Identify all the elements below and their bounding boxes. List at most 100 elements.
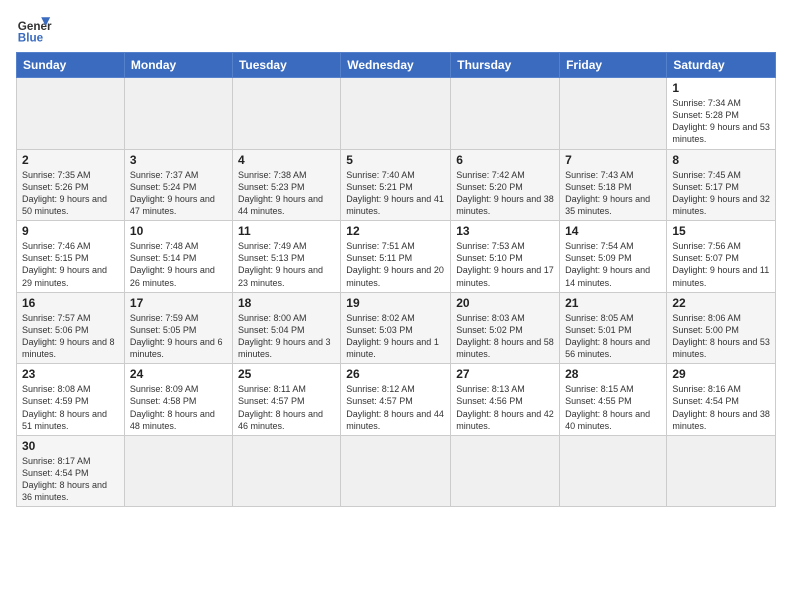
day-number: 12 bbox=[346, 224, 445, 238]
calendar-cell: 5 Sunrise: 7:40 AM Sunset: 5:21 PM Daylig… bbox=[341, 149, 451, 221]
logo: General Blue bbox=[16, 10, 52, 46]
calendar-cell: 28Sunrise: 8:15 AM Sunset: 4:55 PM Dayli… bbox=[560, 364, 667, 436]
calendar-cell: 12 Sunrise: 7:51 AM Sunset: 5:11 PM Dayli… bbox=[341, 221, 451, 293]
calendar-cell: 17Sunrise: 7:59 AM Sunset: 5:05 PM Dayli… bbox=[124, 292, 232, 364]
weekday-header-wednesday: Wednesday bbox=[341, 53, 451, 78]
day-info: Sunrise: 8:13 AM Sunset: 4:56 PM Dayligh… bbox=[456, 383, 554, 432]
day-info: Sunrise: 8:06 AM Sunset: 5:00 PM Dayligh… bbox=[672, 312, 770, 361]
page: General Blue SundayMondayTuesdayWednesda… bbox=[0, 0, 792, 517]
generalblue-logo-icon: General Blue bbox=[16, 10, 52, 46]
calendar-cell bbox=[124, 435, 232, 507]
calendar-cell: 6 Sunrise: 7:42 AM Sunset: 5:20 PM Daylig… bbox=[451, 149, 560, 221]
calendar-cell: 10 Sunrise: 7:48 AM Sunset: 5:14 PM Dayli… bbox=[124, 221, 232, 293]
day-info: Sunrise: 7:48 AM Sunset: 5:14 PM Dayligh… bbox=[130, 240, 227, 289]
calendar-cell: 7 Sunrise: 7:43 AM Sunset: 5:18 PM Daylig… bbox=[560, 149, 667, 221]
day-number: 16 bbox=[22, 296, 119, 310]
day-number: 11 bbox=[238, 224, 335, 238]
calendar-cell: 16 Sunrise: 7:57 AM Sunset: 5:06 PM Dayli… bbox=[17, 292, 125, 364]
day-info: Sunrise: 8:00 AM Sunset: 5:04 PM Dayligh… bbox=[238, 312, 335, 361]
day-number: 23 bbox=[22, 367, 119, 381]
day-info: Sunrise: 7:35 AM Sunset: 5:26 PM Dayligh… bbox=[22, 169, 119, 218]
day-number: 5 bbox=[346, 153, 445, 167]
weekday-header-friday: Friday bbox=[560, 53, 667, 78]
day-number: 18 bbox=[238, 296, 335, 310]
day-number: 14 bbox=[565, 224, 661, 238]
calendar-week-row: 2 Sunrise: 7:35 AM Sunset: 5:26 PM Daylig… bbox=[17, 149, 776, 221]
day-info: Sunrise: 8:09 AM Sunset: 4:58 PM Dayligh… bbox=[130, 383, 227, 432]
day-info: Sunrise: 7:51 AM Sunset: 5:11 PM Dayligh… bbox=[346, 240, 445, 289]
day-number: 7 bbox=[565, 153, 661, 167]
day-number: 2 bbox=[22, 153, 119, 167]
weekday-header-monday: Monday bbox=[124, 53, 232, 78]
calendar-cell: 13 Sunrise: 7:53 AM Sunset: 5:10 PM Dayli… bbox=[451, 221, 560, 293]
day-info: Sunrise: 8:17 AM Sunset: 4:54 PM Dayligh… bbox=[22, 455, 119, 504]
day-number: 25 bbox=[238, 367, 335, 381]
day-number: 9 bbox=[22, 224, 119, 238]
calendar-week-row: 30Sunrise: 8:17 AM Sunset: 4:54 PM Dayli… bbox=[17, 435, 776, 507]
calendar-cell: 25Sunrise: 8:11 AM Sunset: 4:57 PM Dayli… bbox=[232, 364, 340, 436]
calendar-cell bbox=[232, 435, 340, 507]
day-info: Sunrise: 7:57 AM Sunset: 5:06 PM Dayligh… bbox=[22, 312, 119, 361]
calendar-cell: 30Sunrise: 8:17 AM Sunset: 4:54 PM Dayli… bbox=[17, 435, 125, 507]
day-number: 26 bbox=[346, 367, 445, 381]
day-number: 3 bbox=[130, 153, 227, 167]
calendar-cell: 1 Sunrise: 7:34 AM Sunset: 5:28 PM Daylig… bbox=[667, 78, 776, 150]
calendar-cell bbox=[17, 78, 125, 150]
day-info: Sunrise: 7:38 AM Sunset: 5:23 PM Dayligh… bbox=[238, 169, 335, 218]
day-info: Sunrise: 7:34 AM Sunset: 5:28 PM Dayligh… bbox=[672, 97, 770, 146]
day-number: 10 bbox=[130, 224, 227, 238]
day-number: 29 bbox=[672, 367, 770, 381]
day-number: 4 bbox=[238, 153, 335, 167]
weekday-header-thursday: Thursday bbox=[451, 53, 560, 78]
header: General Blue bbox=[16, 10, 776, 46]
calendar-cell bbox=[451, 435, 560, 507]
svg-text:Blue: Blue bbox=[18, 32, 44, 45]
day-info: Sunrise: 7:40 AM Sunset: 5:21 PM Dayligh… bbox=[346, 169, 445, 218]
day-info: Sunrise: 7:37 AM Sunset: 5:24 PM Dayligh… bbox=[130, 169, 227, 218]
calendar-week-row: 16 Sunrise: 7:57 AM Sunset: 5:06 PM Dayli… bbox=[17, 292, 776, 364]
day-number: 20 bbox=[456, 296, 554, 310]
weekday-header-saturday: Saturday bbox=[667, 53, 776, 78]
calendar-cell bbox=[667, 435, 776, 507]
day-info: Sunrise: 7:46 AM Sunset: 5:15 PM Dayligh… bbox=[22, 240, 119, 289]
calendar-cell bbox=[124, 78, 232, 150]
weekday-header-tuesday: Tuesday bbox=[232, 53, 340, 78]
day-number: 19 bbox=[346, 296, 445, 310]
weekday-header-row: SundayMondayTuesdayWednesdayThursdayFrid… bbox=[17, 53, 776, 78]
calendar-table: SundayMondayTuesdayWednesdayThursdayFrid… bbox=[16, 52, 776, 507]
day-number: 24 bbox=[130, 367, 227, 381]
calendar-cell: 2 Sunrise: 7:35 AM Sunset: 5:26 PM Daylig… bbox=[17, 149, 125, 221]
calendar-cell: 4 Sunrise: 7:38 AM Sunset: 5:23 PM Daylig… bbox=[232, 149, 340, 221]
calendar-cell: 27Sunrise: 8:13 AM Sunset: 4:56 PM Dayli… bbox=[451, 364, 560, 436]
calendar-cell: 9 Sunrise: 7:46 AM Sunset: 5:15 PM Daylig… bbox=[17, 221, 125, 293]
calendar-cell: 11 Sunrise: 7:49 AM Sunset: 5:13 PM Dayli… bbox=[232, 221, 340, 293]
calendar-cell: 19 Sunrise: 8:02 AM Sunset: 5:03 PM Dayli… bbox=[341, 292, 451, 364]
day-number: 21 bbox=[565, 296, 661, 310]
day-info: Sunrise: 7:49 AM Sunset: 5:13 PM Dayligh… bbox=[238, 240, 335, 289]
day-number: 1 bbox=[672, 81, 770, 95]
day-info: Sunrise: 7:54 AM Sunset: 5:09 PM Dayligh… bbox=[565, 240, 661, 289]
calendar-cell: 21Sunrise: 8:05 AM Sunset: 5:01 PM Dayli… bbox=[560, 292, 667, 364]
day-number: 6 bbox=[456, 153, 554, 167]
day-info: Sunrise: 8:16 AM Sunset: 4:54 PM Dayligh… bbox=[672, 383, 770, 432]
calendar-week-row: 23Sunrise: 8:08 AM Sunset: 4:59 PM Dayli… bbox=[17, 364, 776, 436]
day-info: Sunrise: 7:53 AM Sunset: 5:10 PM Dayligh… bbox=[456, 240, 554, 289]
day-number: 8 bbox=[672, 153, 770, 167]
calendar-cell bbox=[341, 78, 451, 150]
calendar-cell: 14 Sunrise: 7:54 AM Sunset: 5:09 PM Dayli… bbox=[560, 221, 667, 293]
calendar-cell bbox=[232, 78, 340, 150]
day-info: Sunrise: 7:42 AM Sunset: 5:20 PM Dayligh… bbox=[456, 169, 554, 218]
day-info: Sunrise: 8:02 AM Sunset: 5:03 PM Dayligh… bbox=[346, 312, 445, 361]
day-number: 17 bbox=[130, 296, 227, 310]
calendar-cell: 22Sunrise: 8:06 AM Sunset: 5:00 PM Dayli… bbox=[667, 292, 776, 364]
day-number: 15 bbox=[672, 224, 770, 238]
calendar-cell bbox=[560, 435, 667, 507]
calendar-cell: 23Sunrise: 8:08 AM Sunset: 4:59 PM Dayli… bbox=[17, 364, 125, 436]
calendar-cell: 20Sunrise: 8:03 AM Sunset: 5:02 PM Dayli… bbox=[451, 292, 560, 364]
calendar-cell: 15Sunrise: 7:56 AM Sunset: 5:07 PM Dayli… bbox=[667, 221, 776, 293]
day-info: Sunrise: 7:43 AM Sunset: 5:18 PM Dayligh… bbox=[565, 169, 661, 218]
calendar-cell: 26Sunrise: 8:12 AM Sunset: 4:57 PM Dayli… bbox=[341, 364, 451, 436]
day-info: Sunrise: 7:45 AM Sunset: 5:17 PM Dayligh… bbox=[672, 169, 770, 218]
day-number: 13 bbox=[456, 224, 554, 238]
calendar-cell: 8 Sunrise: 7:45 AM Sunset: 5:17 PM Daylig… bbox=[667, 149, 776, 221]
